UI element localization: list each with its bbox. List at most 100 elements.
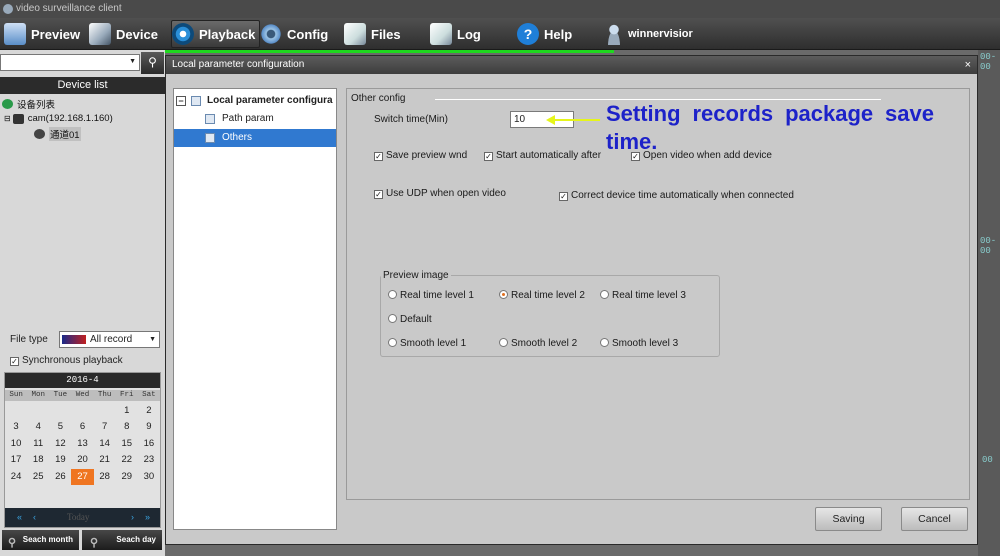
calendar-day[interactable]: 7 [94,419,116,435]
checkbox-icon: ✓ [374,152,383,161]
tree-node-local-param[interactable]: − Local parameter configura [174,92,336,110]
calendar-day[interactable]: 17 [5,452,27,468]
toolbar-files-button[interactable]: Files [344,20,401,48]
calendar-day[interactable]: 2 [138,403,160,419]
radio-smooth-3[interactable]: Smooth level 3 [600,338,678,349]
tree-device-item[interactable]: ⊟ cam(192.168.1.160) [4,113,113,124]
next-year-icon[interactable]: » [145,508,150,527]
prev-year-icon[interactable]: « [17,508,22,527]
calendar-day[interactable]: 28 [94,469,116,485]
calendar-day[interactable]: 18 [27,452,49,468]
calendar-day[interactable]: 23 [138,452,160,468]
calendar-day[interactable]: 1 [116,403,138,419]
radio-default-label: Default [400,314,432,325]
device-search-input[interactable]: ▼ [0,54,140,71]
radio-icon [600,338,609,347]
calendar-day[interactable]: 16 [138,436,160,452]
toolbar-help-label: Help [544,26,573,42]
search-button[interactable]: ⚲ [141,52,164,74]
tree-node-others[interactable]: Others [174,129,336,147]
save-preview-checkbox[interactable]: ✓ Save preview wnd [374,150,467,161]
device-list-header: Device list [0,77,165,94]
calendar-day[interactable]: 11 [27,436,49,452]
calendar-day[interactable]: 21 [94,452,116,468]
calendar-empty-cell [49,403,71,419]
open-video-checkbox[interactable]: ✓ Open video when add device [631,150,772,161]
annotation-text: Setting records package save time. [606,101,934,154]
search-icon: ⚲ [8,537,17,549]
radio-real-time-1[interactable]: Real time level 1 [388,290,474,301]
radio-real-time-2[interactable]: Real time level 2 [499,290,585,301]
film-reel-icon [172,23,194,45]
collapse-icon[interactable]: − [176,96,186,106]
tree-node-path-param[interactable]: Path param [174,110,336,128]
calendar-day[interactable]: 19 [49,452,71,468]
calendar-day[interactable]: 22 [116,452,138,468]
calendar-day[interactable]: 12 [49,436,71,452]
tree-node-others-label: Others [222,132,253,143]
weekday-label: Mon [31,391,45,399]
calendar-day[interactable]: 30 [138,469,160,485]
correct-time-label: Correct device time automatically when c… [571,190,794,201]
radio-smooth-1[interactable]: Smooth level 1 [388,338,466,349]
calendar-day[interactable]: 26 [49,469,71,485]
help-icon: ? [517,23,539,45]
calendar-empty-cell [5,403,27,419]
calendar-day[interactable]: 20 [71,452,93,468]
use-udp-checkbox[interactable]: ✓ Use UDP when open video [374,188,506,199]
toolbar-preview-button[interactable]: Preview [4,20,80,48]
channel-camera-icon [34,129,45,139]
tree-channel-item[interactable]: 通道01 [34,127,81,141]
radio-icon [388,338,397,347]
tree-root-item[interactable]: 设备列表 [2,97,55,111]
prev-month-icon[interactable]: ‹ [33,508,36,527]
calendar-day[interactable]: 13 [71,436,93,452]
next-month-icon[interactable]: › [131,508,134,527]
tree-node-path-param-label: Path param [222,113,274,124]
radio-default[interactable]: Default [388,314,432,325]
calendar-day[interactable]: 9 [138,419,160,435]
weekday-label: Sat [142,391,156,399]
search-day-button[interactable]: ⚲ Seach day [82,530,162,550]
log-icon [430,23,452,45]
toolbar-playback-button[interactable]: Playback [171,20,261,48]
file-type-select[interactable]: All record ▼ [59,331,160,348]
calendar-day[interactable]: 29 [116,469,138,485]
annotation-arrow-head [546,115,555,125]
calendar-day[interactable]: 24 [5,469,27,485]
toolbar-help-button[interactable]: ? Help [517,20,572,48]
toolbar-log-button[interactable]: Log [430,20,481,48]
calendar-day[interactable]: 6 [71,419,93,435]
calendar-day[interactable]: 5 [49,419,71,435]
calendar-day[interactable]: 4 [27,419,49,435]
radio-icon [499,338,508,347]
calendar-day[interactable]: 15 [116,436,138,452]
start-automatically-checkbox[interactable]: ✓ Start automatically after [484,150,601,161]
radio-smooth-2[interactable]: Smooth level 2 [499,338,577,349]
sync-playback-label: Synchronous playback [22,355,123,366]
main-toolbar: Preview Device Playback Config Files Log… [0,18,1000,50]
search-month-button[interactable]: ⚲ Seach month [2,530,79,550]
search-icon: ⚲ [90,537,99,549]
calendar-empty-cell [27,403,49,419]
calendar-day[interactable]: 3 [5,419,27,435]
radio-real-time-3[interactable]: Real time level 3 [600,290,686,301]
calendar-day[interactable]: 27 [71,468,94,485]
toolbar-config-button[interactable]: Config [260,20,328,48]
use-udp-label: Use UDP when open video [386,188,506,199]
radio-icon [388,290,397,299]
user-account[interactable]: winnervisior [605,20,693,48]
radio-selected-icon [499,290,508,299]
toolbar-device-button[interactable]: Device [89,20,158,48]
cancel-button[interactable]: Cancel [901,507,968,531]
today-button[interactable]: Today [67,508,89,527]
calendar-day[interactable]: 8 [116,419,138,435]
save-button[interactable]: Saving [815,507,882,531]
calendar-day[interactable]: 10 [5,436,27,452]
calendar-day[interactable]: 14 [94,436,116,452]
close-icon[interactable]: × [965,56,971,74]
sync-playback-checkbox[interactable]: ✓ Synchronous playback [10,355,123,366]
calendar-day[interactable]: 25 [27,469,49,485]
preview-image-title: Preview image [381,270,451,281]
correct-time-checkbox[interactable]: ✓ Correct device time automatically when … [559,190,794,201]
